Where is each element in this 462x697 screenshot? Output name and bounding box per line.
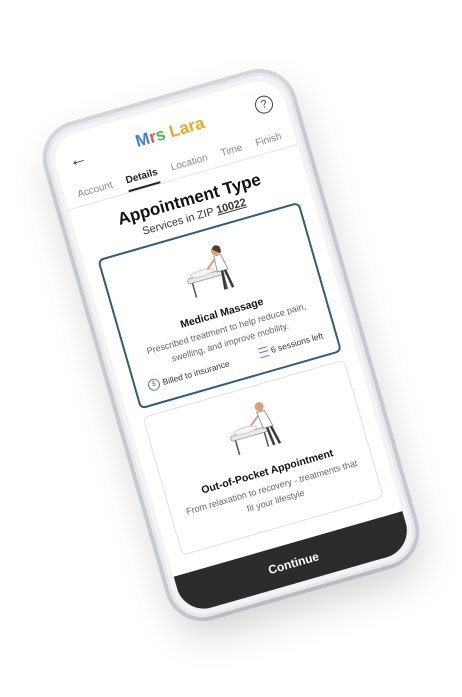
insurance-icon: $: [146, 377, 162, 393]
brand-word: Lara: [166, 113, 207, 142]
tab-finish[interactable]: Finish: [254, 131, 284, 155]
tab-location[interactable]: Location: [170, 152, 211, 179]
list-icon: [258, 346, 270, 359]
phone-frame: ← Mrs Lara ? Account Details Location Ti…: [38, 64, 424, 626]
treatment-illustration-icon: [230, 402, 282, 456]
massage-illustration-icon: [187, 245, 235, 298]
app-screen: ← Mrs Lara ? Account Details Location Ti…: [48, 74, 414, 616]
tab-time[interactable]: Time: [220, 142, 246, 164]
tab-details[interactable]: Details: [124, 166, 161, 193]
tab-account[interactable]: Account: [76, 180, 115, 206]
